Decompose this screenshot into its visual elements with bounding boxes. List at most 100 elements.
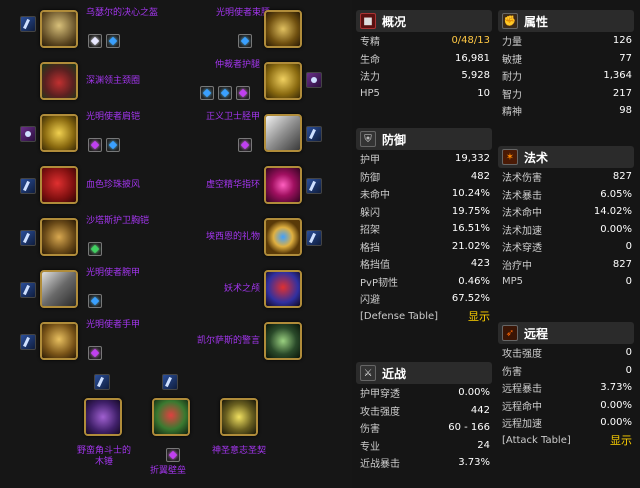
gem-socket[interactable] [88, 242, 102, 256]
ring1-item-name[interactable]: 虚空精华指环 [180, 180, 260, 191]
gem-socket[interactable] [88, 138, 102, 152]
stat-row: 力量 126 [502, 35, 632, 49]
ring2-item-name[interactable]: 埃西恩的礼物 [180, 232, 260, 243]
waist-item-name[interactable]: 光明使者束腰 [180, 8, 270, 19]
stat-row: 招架 16.51% [360, 223, 490, 237]
feet-item-name[interactable]: 正义卫士胫甲 [180, 112, 260, 123]
stat-row: 伤害 0 [502, 364, 632, 378]
gem-socket[interactable] [106, 138, 120, 152]
enchant-icon[interactable] [20, 178, 36, 194]
neck-item-name[interactable]: 深渊领主颈圈 [86, 76, 140, 87]
gem-socket[interactable] [238, 34, 252, 48]
head-item-name[interactable]: 乌瑟尔的决心之盔 [86, 8, 158, 19]
neck-item-icon[interactable] [40, 62, 78, 100]
offhand-item-name[interactable]: 折翼壁垒 [150, 466, 186, 477]
stat-row: 护甲 19,332 [360, 153, 490, 167]
waist-item-icon[interactable] [264, 10, 302, 48]
stat-row: 格挡 21.02% [360, 240, 490, 254]
trinket1-item-icon[interactable] [264, 270, 302, 308]
enchant-icon[interactable] [306, 178, 322, 194]
relic-item-name[interactable]: 神圣意志圣契 [212, 446, 266, 457]
stat-row: 精神 98 [502, 105, 632, 119]
enchant-icon[interactable] [20, 126, 36, 142]
back-item-icon[interactable] [40, 166, 78, 204]
gem-socket[interactable] [218, 86, 232, 100]
shoulder-item-name[interactable]: 光明使者肩铠 [86, 112, 140, 123]
enchant-icon[interactable] [306, 126, 322, 142]
stat-row: 生命 16,981 [360, 52, 490, 66]
stat-row: 法术暴击 6.05% [502, 188, 632, 202]
wrist-item-name[interactable]: 光明使者腕甲 [86, 268, 140, 279]
hands-item-icon[interactable] [40, 322, 78, 360]
enchant-icon[interactable] [20, 282, 36, 298]
spell-header: ✶ 法术 [498, 146, 634, 168]
relic-item-icon[interactable] [220, 398, 258, 436]
gear-panel: 乌瑟尔的决心之盔 深渊领主颈圈 光明使者肩铠 血色珍珠披风 沙塔斯护卫胸铠 光明… [0, 0, 352, 488]
spell-panel: ✶ 法术 法术伤害 827 法术暴击 6.05% 法术命中 14.02% 法术加速 0.… [498, 146, 634, 291]
stat-row: 未命中 10.24% [360, 188, 490, 202]
overview-panel: ■ 概况 专精 0/48/13 生命 16,981 法力 5,928 HP5 10 [356, 10, 492, 102]
gem-socket[interactable] [106, 34, 120, 48]
overview-title: 概况 [382, 14, 407, 29]
chest-item-name[interactable]: 沙塔斯护卫胸铠 [86, 216, 149, 227]
defense-table-show-link[interactable]: 显示 [468, 308, 490, 324]
shoulder-item-icon[interactable] [40, 114, 78, 152]
ring1-item-icon[interactable] [264, 166, 302, 204]
gem-socket[interactable] [166, 448, 180, 462]
gem-socket[interactable] [88, 294, 102, 308]
feet-item-icon[interactable] [264, 114, 302, 152]
enchant-icon[interactable] [306, 72, 322, 88]
stat-row: 攻击强度 0 [502, 347, 632, 361]
gem-socket[interactable] [200, 86, 214, 100]
enchant-icon[interactable] [20, 16, 36, 32]
melee-header: ⚔ 近战 [356, 362, 492, 384]
legs-item-name[interactable]: 仲裁者护腿 [180, 60, 260, 71]
enchant-icon[interactable] [20, 334, 36, 350]
offhand-item-icon[interactable] [152, 398, 190, 436]
mainhand-item-icon[interactable] [84, 398, 122, 436]
back-item-name[interactable]: 血色珍珠披风 [86, 180, 140, 191]
gem-socket[interactable] [88, 34, 102, 48]
enchant-icon[interactable] [162, 374, 178, 390]
fire-icon: ✶ [502, 149, 518, 165]
attributes-header: ✊ 属性 [498, 10, 634, 32]
defense-table-label: [Defense Table] [360, 310, 439, 322]
enchant-icon[interactable] [94, 374, 110, 390]
crossed-swords-icon: ⚔ [360, 365, 376, 381]
hands-item-name[interactable]: 光明使者手甲 [86, 320, 140, 331]
spell-title: 法术 [524, 150, 549, 165]
stat-row: 治疗中 827 [502, 258, 632, 272]
gem-socket[interactable] [88, 346, 102, 360]
ring2-item-icon[interactable] [264, 218, 302, 256]
stat-row: 法力 5,928 [360, 70, 490, 84]
stat-row: 法术加速 0.00% [502, 223, 632, 237]
stat-row: 敏捷 77 [502, 52, 632, 66]
trinket2-item-icon[interactable] [264, 322, 302, 360]
gem-socket[interactable] [236, 86, 250, 100]
stat-row: MP5 0 [502, 276, 632, 288]
defense-header: ⛨ 防御 [356, 128, 492, 150]
head-item-icon[interactable] [40, 10, 78, 48]
stat-row: PvP韧性 0.46% [360, 275, 490, 289]
defense-title: 防御 [382, 132, 407, 147]
overview-header: ■ 概况 [356, 10, 492, 32]
enchant-icon[interactable] [20, 230, 36, 246]
stat-row: 远程暴击 3.73% [502, 382, 632, 396]
mainhand-item-name[interactable]: 野蛮角斗士的木锤 [74, 446, 134, 468]
wrist-item-icon[interactable] [40, 270, 78, 308]
attack-table-show-link[interactable]: 显示 [610, 432, 632, 448]
defense-panel: ⛨ 防御 护甲 19,332 防御 482 未命中 10.24% 躲闪 19.75% 招… [356, 128, 492, 325]
stat-row: 法术穿透 0 [502, 241, 632, 255]
stat-row: 专精 0/48/13 [360, 35, 490, 49]
gem-socket[interactable] [238, 138, 252, 152]
stat-row: 护甲穿透 0.00% [360, 387, 490, 401]
stats-panel: ■ 概况 专精 0/48/13 生命 16,981 法力 5,928 HP5 10 ✊ … [352, 0, 640, 488]
stat-row: 智力 217 [502, 87, 632, 101]
trinket1-item-name[interactable]: 妖术之颅 [180, 284, 260, 295]
legs-item-icon[interactable] [264, 62, 302, 100]
attack-table-row: [Attack Table] 显示 [498, 432, 634, 450]
trinket2-item-name[interactable]: 凯尔萨斯的警言 [180, 336, 260, 347]
enchant-icon[interactable] [306, 230, 322, 246]
stat-row: 闪避 67.52% [360, 293, 490, 307]
chest-item-icon[interactable] [40, 218, 78, 256]
